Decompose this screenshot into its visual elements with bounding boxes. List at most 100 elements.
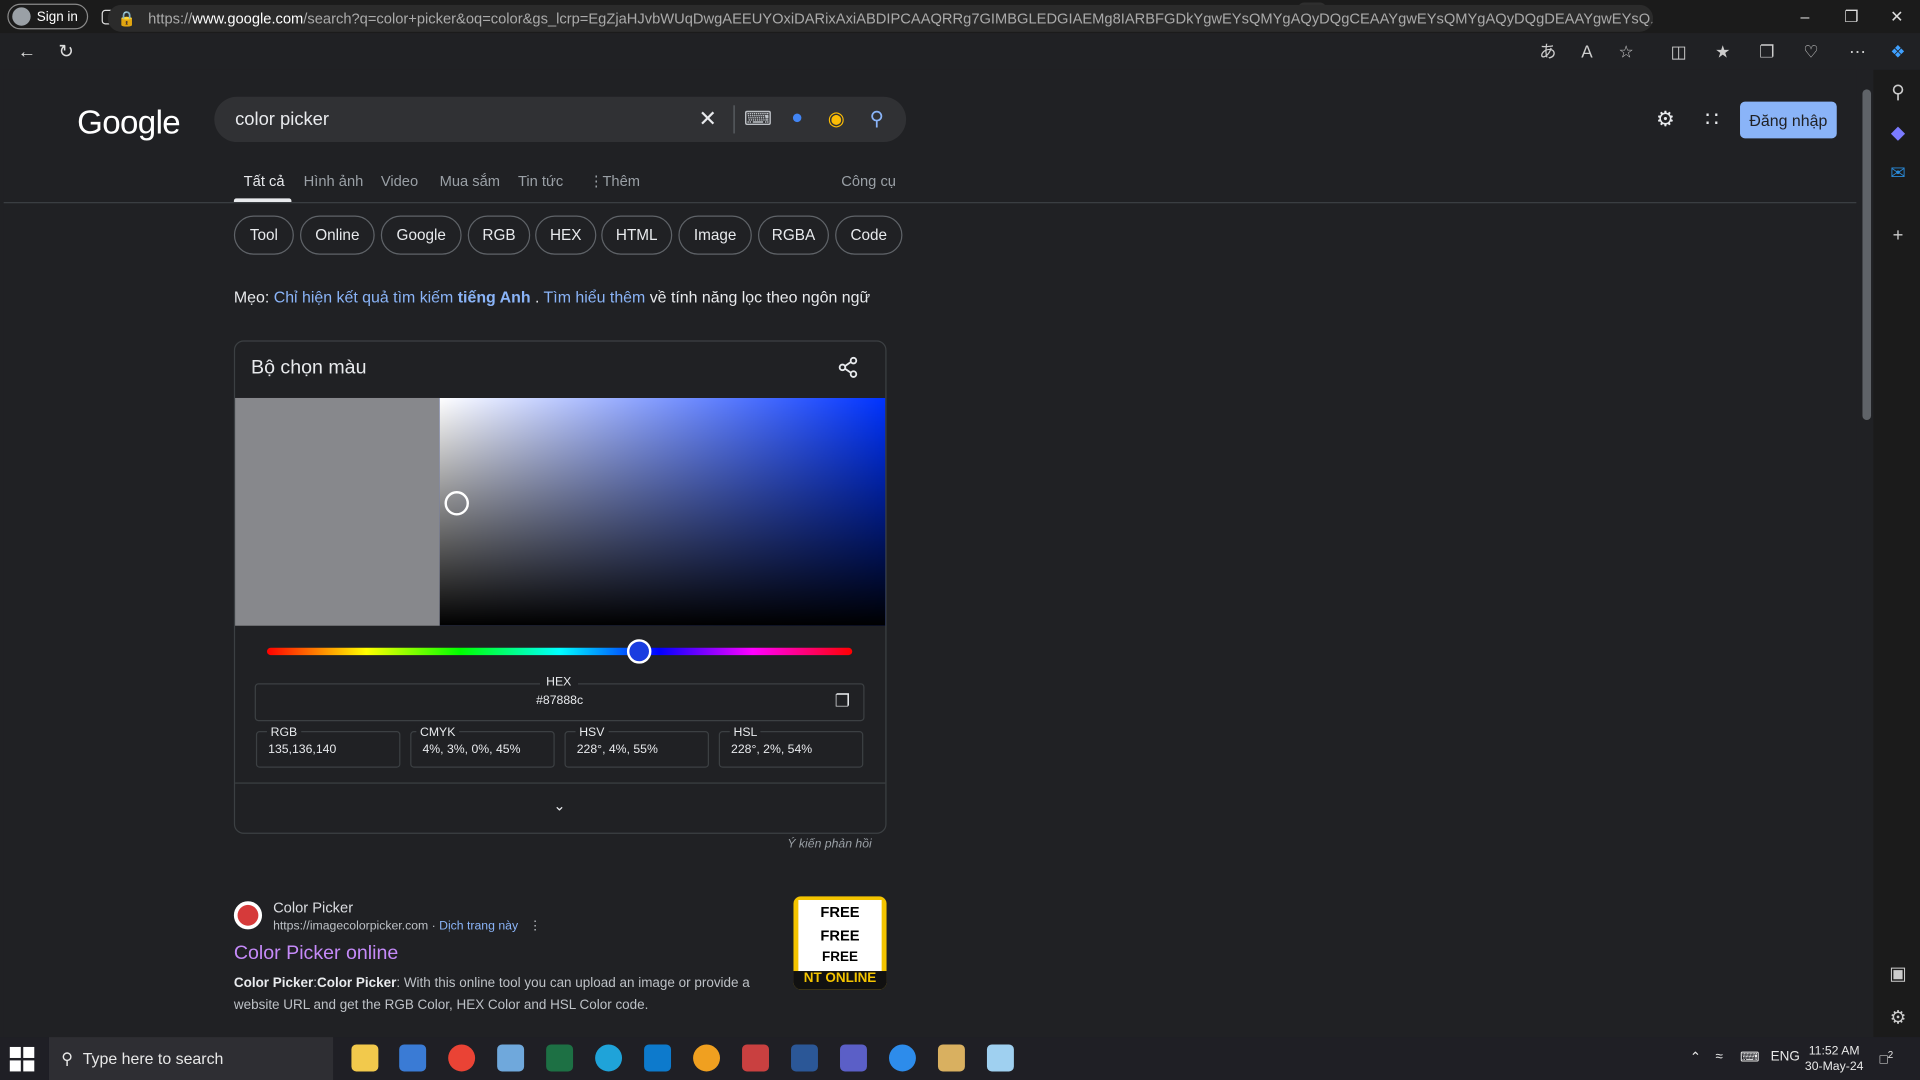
restore-icon[interactable]: ❐ — [1828, 0, 1875, 33]
chip-hex[interactable]: HEX — [535, 215, 597, 255]
url-field[interactable]: 🔒 https://www.google.com/search?q=color+… — [107, 4, 1654, 32]
favorites-icon[interactable]: ★ — [1707, 33, 1739, 70]
search-separator — [733, 105, 735, 134]
tab-images[interactable]: Hình ảnh — [304, 173, 364, 190]
result-menu-icon[interactable]: ⋮ — [529, 920, 541, 933]
result-thumbnail[interactable]: FREE FREE FREE NT ONLINE — [793, 896, 887, 990]
read-aloud-icon[interactable]: A — [1571, 33, 1603, 70]
chip-code[interactable]: Code — [835, 215, 903, 255]
store-icon[interactable] — [399, 1044, 427, 1072]
chip-tool[interactable]: Tool — [233, 215, 294, 255]
sidebar-settings-icon[interactable]: ⚙ — [1886, 1005, 1910, 1029]
refresh-icon[interactable]: ↻ — [47, 33, 86, 70]
hsv-value[interactable]: 228°, 4%, 55% — [577, 743, 658, 756]
keyboard-tray-icon[interactable]: ⌨ — [1740, 1049, 1759, 1066]
login-button[interactable]: Đăng nhập — [1740, 101, 1837, 139]
chip-google[interactable]: Google — [380, 215, 462, 255]
translate-icon[interactable]: あ — [1532, 33, 1564, 70]
settings-gear-icon[interactable]: ⚙ — [1653, 108, 1677, 132]
sidebar-add-icon[interactable]: + — [1886, 223, 1910, 247]
app-icon[interactable] — [937, 1044, 965, 1072]
favorite-star-icon[interactable]: ☆ — [1610, 33, 1642, 70]
learn-more-link[interactable]: Tìm hiểu thêm — [544, 288, 646, 306]
app-icon[interactable] — [986, 1044, 1014, 1072]
tab-shopping[interactable]: Mua sắm — [440, 173, 500, 190]
rgb-label: RGB — [266, 726, 301, 740]
tools-button[interactable]: Công cụ — [841, 173, 896, 190]
rgb-value[interactable]: 135,136,140 — [268, 743, 336, 756]
sidebar-outlook-icon[interactable]: ✉ — [1886, 160, 1910, 184]
chip-image[interactable]: Image — [678, 215, 752, 255]
hex-value[interactable]: #87888c — [255, 694, 865, 707]
tab-videos[interactable]: Video — [381, 173, 418, 190]
scrollbar-thumb[interactable] — [1862, 89, 1872, 421]
translate-page-link[interactable]: Dịch trang này — [439, 920, 518, 933]
chrome-icon[interactable] — [448, 1044, 476, 1072]
hsl-value[interactable]: 228°, 2%, 54% — [731, 743, 812, 756]
chip-rgba[interactable]: RGBA — [757, 215, 829, 255]
share-icon[interactable] — [838, 356, 860, 378]
tab-news[interactable]: Tin tức — [518, 173, 563, 190]
search-box[interactable]: color picker ✕ ⌨ ● ◉ ⚲ — [214, 96, 907, 143]
edge-sidebar — [1873, 69, 1920, 1038]
sidebar-copilot-icon[interactable]: ◆ — [1886, 120, 1910, 144]
sidebar-screen-icon[interactable]: ▣ — [1886, 961, 1910, 985]
tab-more[interactable]: Thêm — [602, 173, 640, 190]
split-screen-icon[interactable]: ◫ — [1663, 33, 1695, 70]
teams-icon[interactable] — [840, 1044, 867, 1072]
copilot-icon[interactable]: ❖ — [1882, 33, 1914, 70]
clear-icon[interactable]: ✕ — [696, 106, 720, 131]
chevron-down-icon[interactable]: ⌄ — [550, 796, 570, 816]
search-input[interactable]: color picker — [235, 109, 329, 130]
app-icon[interactable] — [791, 1044, 818, 1072]
search-icon[interactable]: ⚲ — [864, 107, 888, 131]
close-icon[interactable]: ✕ — [1873, 0, 1920, 33]
minimize-icon[interactable]: – — [1782, 0, 1829, 33]
hsv-label: HSV — [575, 726, 609, 740]
hue-slider[interactable] — [266, 647, 853, 656]
app-icon[interactable] — [888, 1044, 916, 1072]
more-menu-icon[interactable]: ⋯ — [1842, 33, 1874, 70]
english-only-link[interactable]: Chỉ hiện kết quả tìm kiếm tiếng Anh — [274, 288, 531, 306]
site-favicon[interactable] — [233, 901, 263, 930]
sidebar-search-icon[interactable]: ⚲ — [1886, 80, 1910, 104]
tab-all[interactable]: Tất cả — [244, 173, 285, 190]
google-logo[interactable]: Google — [77, 104, 181, 142]
start-button[interactable] — [9, 1046, 35, 1072]
collections-icon[interactable]: ❐ — [1751, 33, 1783, 70]
vscode-icon[interactable] — [644, 1044, 672, 1072]
result-title-link[interactable]: Color Picker online — [234, 943, 398, 965]
microphone-icon[interactable]: ● — [785, 107, 809, 131]
card-divider — [235, 782, 886, 784]
notification-icon[interactable]: □2 — [1880, 1049, 1894, 1067]
chip-rgb[interactable]: RGB — [467, 215, 531, 255]
result-url: https://imagecolorpicker.com · Dịch tran… — [273, 919, 542, 934]
back-icon[interactable]: ← — [7, 33, 46, 70]
chip-html[interactable]: HTML — [601, 215, 673, 255]
copy-icon[interactable]: ❐ — [831, 689, 853, 711]
app-icon[interactable] — [742, 1044, 769, 1072]
keyboard-icon[interactable]: ⌨ — [744, 107, 772, 131]
hue-slider-thumb[interactable] — [626, 639, 652, 664]
excel-icon[interactable] — [546, 1044, 574, 1072]
chip-online[interactable]: Online — [300, 215, 375, 255]
language-indicator[interactable]: ENG — [1771, 1049, 1800, 1064]
feedback-link[interactable]: Ý kiến phản hồi — [787, 838, 871, 851]
performance-icon[interactable]: ♡ — [1795, 33, 1827, 70]
file-explorer-icon[interactable] — [351, 1044, 379, 1072]
saturation-value-field[interactable] — [439, 397, 886, 626]
app-icon[interactable] — [693, 1044, 721, 1072]
result-site-name[interactable]: Color Picker — [273, 899, 353, 916]
profile-signin-button[interactable]: Sign in — [7, 3, 88, 30]
clock[interactable]: 11:52 AM 30-May-24 — [1805, 1043, 1864, 1075]
wifi-icon[interactable]: ≈ — [1716, 1049, 1723, 1064]
lens-icon[interactable]: ◉ — [824, 107, 848, 131]
cmyk-value[interactable]: 4%, 3%, 0%, 45% — [422, 743, 520, 756]
lock-icon: 🔒 — [117, 9, 136, 27]
taskbar-search[interactable]: ⚲ Type here to search — [48, 1037, 334, 1080]
color-field-cursor[interactable] — [444, 491, 469, 516]
apps-grid-icon[interactable]: ∷ — [1700, 108, 1724, 132]
tray-chevron-icon[interactable]: ⌃ — [1690, 1049, 1701, 1066]
edge-icon[interactable] — [595, 1044, 623, 1072]
app-icon[interactable] — [497, 1044, 525, 1072]
